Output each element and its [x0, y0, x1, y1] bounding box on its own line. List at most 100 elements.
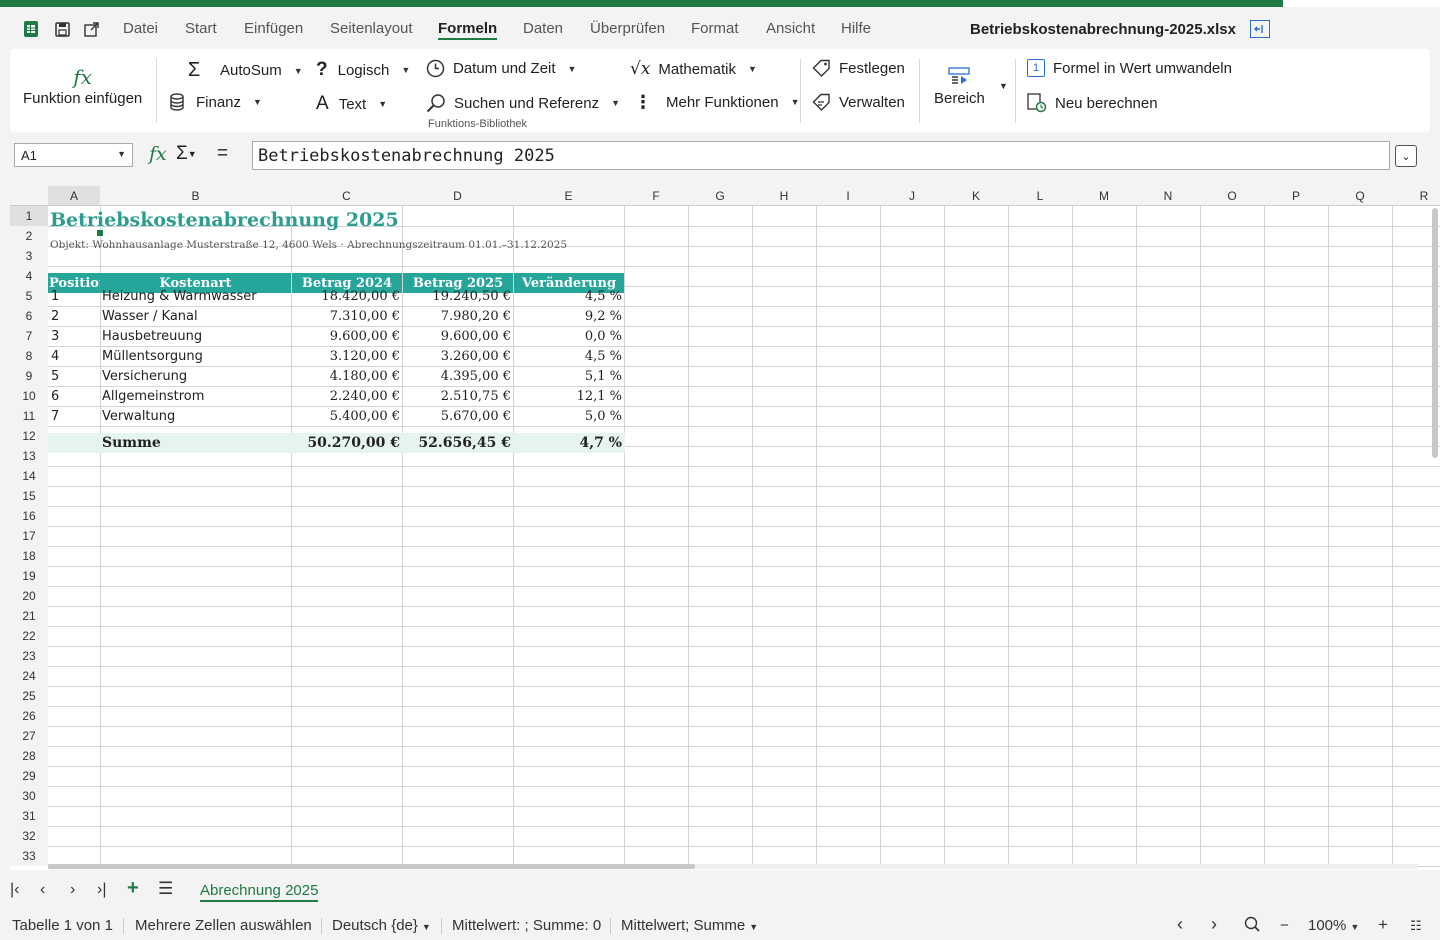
- column-header-g[interactable]: G: [688, 186, 752, 206]
- data-cell-y2025[interactable]: 9.600,00 €: [403, 326, 513, 346]
- tab-format[interactable]: Format: [691, 20, 739, 37]
- math-button[interactable]: √x Mathematik ▼: [630, 59, 757, 79]
- data-cell-y2025[interactable]: 7.980,20 €: [403, 306, 513, 326]
- insert-function-button[interactable]: fx Funktion einfügen: [23, 65, 142, 107]
- column-header-l[interactable]: L: [1008, 186, 1072, 206]
- sum-label-cell[interactable]: Summe: [100, 433, 290, 453]
- sum-change-cell[interactable]: 4,7 %: [514, 433, 624, 453]
- more-functions-button[interactable]: ⋮ Mehr Funktionen ▼: [634, 93, 799, 111]
- data-cell-y2024[interactable]: 9.600,00 €: [292, 326, 402, 346]
- column-header-q[interactable]: Q: [1328, 186, 1392, 206]
- sheet-list-icon[interactable]: ☰: [158, 879, 173, 899]
- sheet-tab-active[interactable]: Abrechnung 2025: [200, 882, 319, 902]
- data-cell-y2025[interactable]: 19.240,50 €: [403, 286, 513, 306]
- row-header-8[interactable]: 8: [10, 346, 48, 366]
- data-cell-pos[interactable]: 7: [49, 406, 99, 426]
- row-header-4[interactable]: 4: [10, 266, 48, 286]
- column-header-m[interactable]: M: [1072, 186, 1136, 206]
- data-cell-y2025[interactable]: 2.510,75 €: [403, 386, 513, 406]
- sheet-subtitle-cell[interactable]: Objekt: Wohnhausanlage Musterstraße 12, …: [50, 235, 567, 255]
- data-cell-name[interactable]: Hausbetreuung: [100, 326, 290, 346]
- row-header-33[interactable]: 33: [10, 846, 48, 866]
- row-header-18[interactable]: 18: [10, 546, 48, 566]
- data-cell-change[interactable]: 4,5 %: [514, 286, 624, 306]
- convert-formula-button[interactable]: 1 Formel in Wert umwandeln: [1027, 59, 1232, 77]
- data-cell-y2025[interactable]: 3.260,00 €: [403, 346, 513, 366]
- status-language[interactable]: Deutsch {de} ▼: [332, 917, 431, 934]
- zoom-out-icon[interactable]: −: [1280, 917, 1289, 934]
- column-header-e[interactable]: E: [513, 186, 624, 206]
- data-cell-name[interactable]: Allgemeinstrom: [100, 386, 290, 406]
- tab-ansicht[interactable]: Ansicht: [766, 20, 815, 37]
- row-header-23[interactable]: 23: [10, 646, 48, 666]
- column-header-f[interactable]: F: [624, 186, 688, 206]
- data-cell-change[interactable]: 0,0 %: [514, 326, 624, 346]
- text-button[interactable]: A Text ▼: [316, 93, 387, 115]
- column-header-n[interactable]: N: [1136, 186, 1200, 206]
- logical-button[interactable]: ? Logisch ▼: [316, 59, 410, 81]
- expand-formula-icon[interactable]: ⌄: [1395, 145, 1417, 167]
- column-header-a[interactable]: A: [48, 186, 100, 206]
- status-prev-icon[interactable]: ‹: [1177, 914, 1183, 935]
- data-cell-y2024[interactable]: 2.240,00 €: [292, 386, 402, 406]
- open-external-icon[interactable]: [82, 20, 100, 38]
- add-sheet-icon[interactable]: +: [127, 877, 139, 900]
- data-cell-pos[interactable]: 1: [49, 286, 99, 306]
- data-cell-change[interactable]: 5,1 %: [514, 366, 624, 386]
- horizontal-scroll-thumb[interactable]: [48, 864, 695, 869]
- recalculate-button[interactable]: Neu berechnen: [1027, 93, 1158, 113]
- data-cell-name[interactable]: Heizung & Warmwasser: [100, 286, 290, 306]
- row-header-9[interactable]: 9: [10, 366, 48, 386]
- range-button[interactable]: Bereich: [934, 67, 985, 107]
- last-sheet-icon[interactable]: ›|: [97, 881, 106, 899]
- column-header-j[interactable]: J: [880, 186, 944, 206]
- data-cell-name[interactable]: Müllentsorgung: [100, 346, 290, 366]
- select-all-corner[interactable]: [10, 186, 48, 206]
- function-wizard-icon[interactable]: fx: [149, 143, 167, 165]
- date-time-button[interactable]: Datum und Zeit ▼: [426, 59, 576, 78]
- prev-sheet-icon[interactable]: ‹: [40, 881, 45, 899]
- autosum-button[interactable]: Σ AutoSum ▼: [180, 59, 303, 82]
- zoom-level[interactable]: 100% ▼: [1308, 917, 1359, 934]
- data-cell-change[interactable]: 4,5 %: [514, 346, 624, 366]
- row-header-15[interactable]: 15: [10, 486, 48, 506]
- finance-button[interactable]: Finanz ▼: [168, 93, 262, 111]
- row-header-2[interactable]: 2: [10, 226, 48, 246]
- data-cell-change[interactable]: 5,0 %: [514, 406, 624, 426]
- row-header-7[interactable]: 7: [10, 326, 48, 346]
- row-header-26[interactable]: 26: [10, 706, 48, 726]
- chevron-down-icon[interactable]: ▼: [117, 149, 126, 159]
- data-cell-name[interactable]: Wasser / Kanal: [100, 306, 290, 326]
- manage-names-button[interactable]: Verwalten: [812, 93, 905, 111]
- formula-input[interactable]: Betriebskostenabrechnung 2025: [252, 141, 1390, 170]
- row-header-3[interactable]: 3: [10, 246, 48, 266]
- row-header-6[interactable]: 6: [10, 306, 48, 326]
- row-header-11[interactable]: 11: [10, 406, 48, 426]
- define-name-button[interactable]: Festlegen: [812, 59, 905, 77]
- row-header-25[interactable]: 25: [10, 686, 48, 706]
- save-icon[interactable]: [53, 20, 71, 38]
- row-header-17[interactable]: 17: [10, 526, 48, 546]
- spreadsheet-grid[interactable]: ABCDEFGHIJKLMNOPQR 1 2 3 4 5 6 7 8 9 10 11 12 13 14 15…: [10, 186, 1440, 870]
- tab-daten[interactable]: Daten: [523, 20, 563, 37]
- column-header-d[interactable]: D: [402, 186, 513, 206]
- sidebar-toggle-icon[interactable]: [1250, 20, 1270, 38]
- status-list-icon[interactable]: ☷: [1410, 918, 1422, 934]
- column-header-h[interactable]: H: [752, 186, 816, 206]
- row-header-21[interactable]: 21: [10, 606, 48, 626]
- row-header-16[interactable]: 16: [10, 506, 48, 526]
- row-header-1[interactable]: 1: [10, 206, 48, 226]
- tab-ueberpruefen[interactable]: Überprüfen: [590, 20, 665, 37]
- column-header-o[interactable]: O: [1200, 186, 1264, 206]
- vertical-scrollbar[interactable]: [1432, 208, 1438, 458]
- data-cell-change[interactable]: 12,1 %: [514, 386, 624, 406]
- name-box[interactable]: A1 ▼: [14, 143, 133, 167]
- sum-2024-cell[interactable]: 50.270,00 €: [292, 433, 402, 453]
- data-cell-change[interactable]: 9,2 %: [514, 306, 624, 326]
- row-header-32[interactable]: 32: [10, 826, 48, 846]
- column-header-r[interactable]: R: [1392, 186, 1440, 206]
- row-header-31[interactable]: 31: [10, 806, 48, 826]
- data-cell-pos[interactable]: 4: [49, 346, 99, 366]
- data-cell-y2025[interactable]: 5.670,00 €: [403, 406, 513, 426]
- tab-hilfe[interactable]: Hilfe: [841, 20, 871, 37]
